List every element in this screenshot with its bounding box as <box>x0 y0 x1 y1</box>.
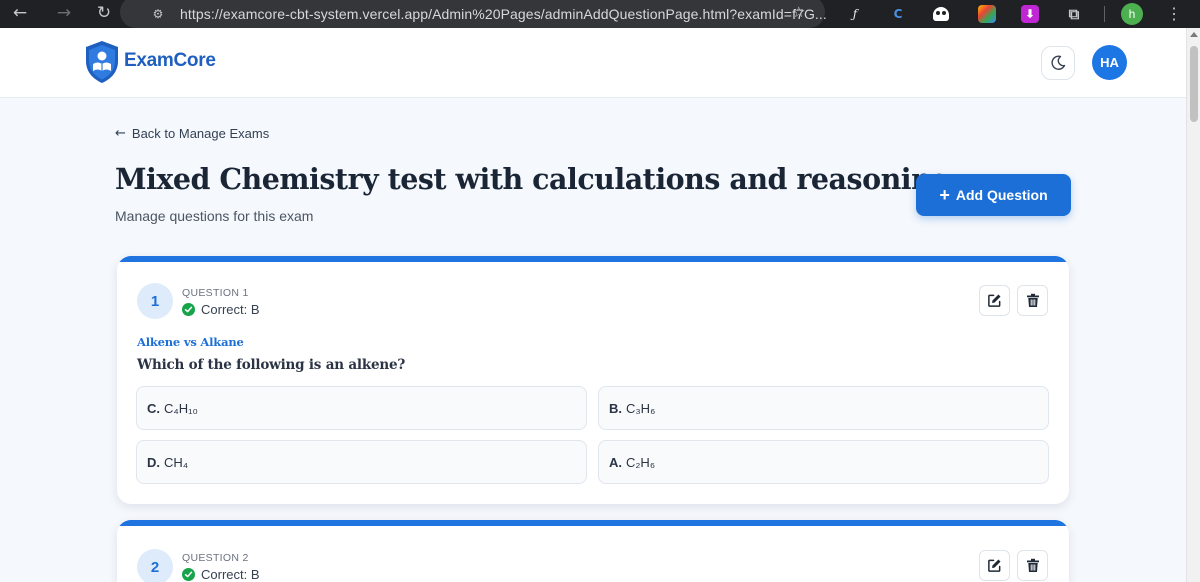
correct-answer-indicator: Correct: B <box>182 567 260 582</box>
browser-toolbar: ← → ↻ ⚙ https://examcore-cbt-system.verc… <box>0 0 1200 28</box>
check-circle-icon <box>182 303 195 316</box>
question-card: 1 QUESTION 1 Correct: B Alkene vs Alkane… <box>117 256 1069 504</box>
option-letter: B. <box>609 400 622 416</box>
back-icon[interactable]: ← <box>9 2 31 24</box>
option-value: CH₄ <box>164 454 189 470</box>
edit-icon <box>988 559 1001 572</box>
edit-question-button[interactable] <box>979 285 1010 316</box>
app-header: ExamCore HA <box>0 28 1186 98</box>
extension-fx-icon[interactable]: ƒ <box>846 5 864 23</box>
option-letter: D. <box>147 454 160 470</box>
correct-answer-indicator: Correct: B <box>182 302 260 317</box>
plus-icon: + <box>939 185 950 205</box>
user-avatar[interactable]: HA <box>1092 45 1127 80</box>
brand-name[interactable]: ExamCore <box>124 50 216 72</box>
option-value: C₃H₆ <box>626 400 656 416</box>
trash-icon <box>1026 293 1039 307</box>
correct-answer-text: Correct: B <box>201 567 260 582</box>
extension-ghost-icon[interactable] <box>932 5 950 23</box>
question-label: QUESTION 2 <box>182 552 249 564</box>
site-info-icon[interactable]: ⚙ <box>147 3 169 25</box>
answer-option[interactable]: C. C₄H₁₀ <box>136 386 587 430</box>
option-letter: C. <box>147 400 160 416</box>
theme-toggle-button[interactable] <box>1041 46 1075 80</box>
back-to-manage-exams-link[interactable]: ← Back to Manage Exams <box>115 126 269 141</box>
extension-rainbow-icon[interactable] <box>978 5 996 23</box>
delete-question-button[interactable] <box>1017 550 1048 581</box>
extensions-puzzle-icon[interactable]: ⧉ <box>1065 5 1083 23</box>
add-question-button[interactable]: + Add Question <box>916 174 1071 216</box>
answer-option[interactable]: A. C₂H₆ <box>598 440 1049 484</box>
profile-avatar[interactable]: h <box>1121 3 1143 25</box>
correct-answer-text: Correct: B <box>201 302 260 317</box>
page-scrollbar[interactable] <box>1186 28 1200 582</box>
forward-icon[interactable]: → <box>53 2 75 24</box>
option-value: C₄H₁₀ <box>164 400 198 416</box>
question-card: 2 QUESTION 2 Correct: B <box>117 520 1069 582</box>
option-value: C₂H₆ <box>626 454 656 470</box>
edit-question-button[interactable] <box>979 550 1010 581</box>
extension-c-icon[interactable]: C <box>889 5 907 23</box>
page-title: Mixed Chemistry test with calculations a… <box>115 162 951 196</box>
question-text: Which of the following is an alkene? <box>137 357 406 373</box>
add-question-label: Add Question <box>955 187 1048 203</box>
exam-shield-logo-icon[interactable] <box>84 40 120 84</box>
scrollbar-thumb[interactable] <box>1190 46 1198 122</box>
option-letter: A. <box>609 454 622 470</box>
delete-question-button[interactable] <box>1017 285 1048 316</box>
toolbar-divider <box>1104 6 1105 22</box>
page-subtitle: Manage questions for this exam <box>115 208 314 224</box>
trash-icon <box>1026 558 1039 572</box>
question-label: QUESTION 1 <box>182 287 249 299</box>
question-topic: Alkene vs Alkane <box>137 335 244 349</box>
back-link-label: Back to Manage Exams <box>131 126 270 141</box>
arrow-left-icon: ← <box>115 126 126 141</box>
question-number-badge: 1 <box>137 283 173 319</box>
scroll-up-arrow-icon[interactable] <box>1190 32 1198 37</box>
check-circle-icon <box>182 568 195 581</box>
edit-icon <box>988 294 1001 307</box>
question-number-badge: 2 <box>137 549 173 582</box>
answer-option[interactable]: D. CH₄ <box>136 440 587 484</box>
menu-icon[interactable]: ⋮ <box>1163 3 1185 25</box>
answer-option[interactable]: B. C₃H₆ <box>598 386 1049 430</box>
star-icon[interactable]: ☆ <box>792 3 805 21</box>
url-text[interactable]: https://examcore-cbt-system.vercel.app/A… <box>180 6 827 22</box>
moon-icon <box>1051 55 1066 70</box>
reload-icon[interactable]: ↻ <box>93 2 115 24</box>
extension-download-icon[interactable]: ⬇ <box>1021 5 1039 23</box>
